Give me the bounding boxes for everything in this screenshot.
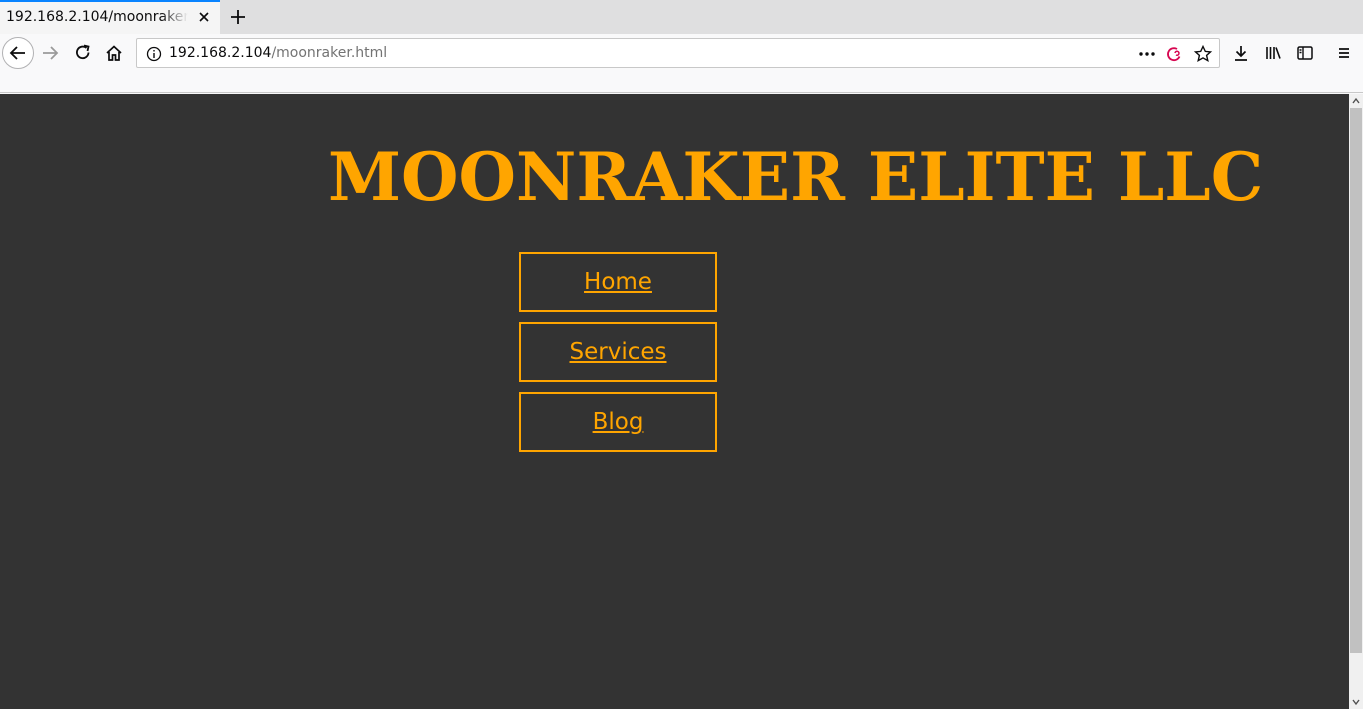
url-actions [1137, 44, 1213, 64]
url-text: 192.168.2.104/moonraker.html [169, 45, 387, 61]
new-tab-icon[interactable] [226, 5, 250, 29]
sidebar-icon[interactable] [1291, 39, 1319, 67]
nav-link-home[interactable]: Home [584, 269, 652, 295]
bookmark-star-icon[interactable] [1193, 44, 1213, 64]
navigation-toolbar: 192.168.2.104/moonraker.html [0, 34, 1363, 72]
reload-icon[interactable] [69, 39, 97, 67]
url-host: 192.168.2.104 [169, 45, 272, 61]
browser-tab[interactable]: 192.168.2.104/moonraker.html [0, 0, 220, 34]
scroll-down-icon[interactable] [1349, 695, 1363, 709]
toolbar-spacer [0, 72, 1363, 93]
info-icon[interactable] [146, 46, 162, 62]
close-icon[interactable] [196, 9, 212, 25]
forward-icon[interactable] [36, 39, 64, 67]
download-icon[interactable] [1227, 39, 1255, 67]
nav-blog-box[interactable]: Blog [519, 392, 717, 452]
page-content: MOONRAKER ELITE LLC Home Services Blog [0, 94, 1349, 709]
tab-title: 192.168.2.104/moonraker.html [6, 9, 188, 25]
nav-services-box[interactable]: Services [519, 322, 717, 382]
home-icon[interactable] [100, 39, 128, 67]
page-title: MOONRAKER ELITE LLC [328, 138, 1264, 216]
url-path: /moonraker.html [271, 45, 388, 61]
nav-home-box[interactable]: Home [519, 252, 717, 312]
nav-link-blog[interactable]: Blog [593, 409, 644, 435]
tab-strip: 192.168.2.104/moonraker.html [0, 0, 1363, 34]
url-bar[interactable]: 192.168.2.104/moonraker.html [136, 38, 1220, 68]
library-icon[interactable] [1259, 39, 1287, 67]
scroll-up-icon[interactable] [1349, 94, 1363, 108]
back-icon[interactable] [2, 37, 34, 69]
page-actions-icon[interactable] [1137, 44, 1157, 64]
vertical-scrollbar[interactable] [1349, 94, 1363, 709]
scrollbar-thumb[interactable] [1350, 108, 1362, 653]
nav-link-services[interactable]: Services [570, 339, 667, 365]
menu-icon[interactable] [1330, 39, 1358, 67]
pocket-icon[interactable] [1165, 44, 1185, 64]
